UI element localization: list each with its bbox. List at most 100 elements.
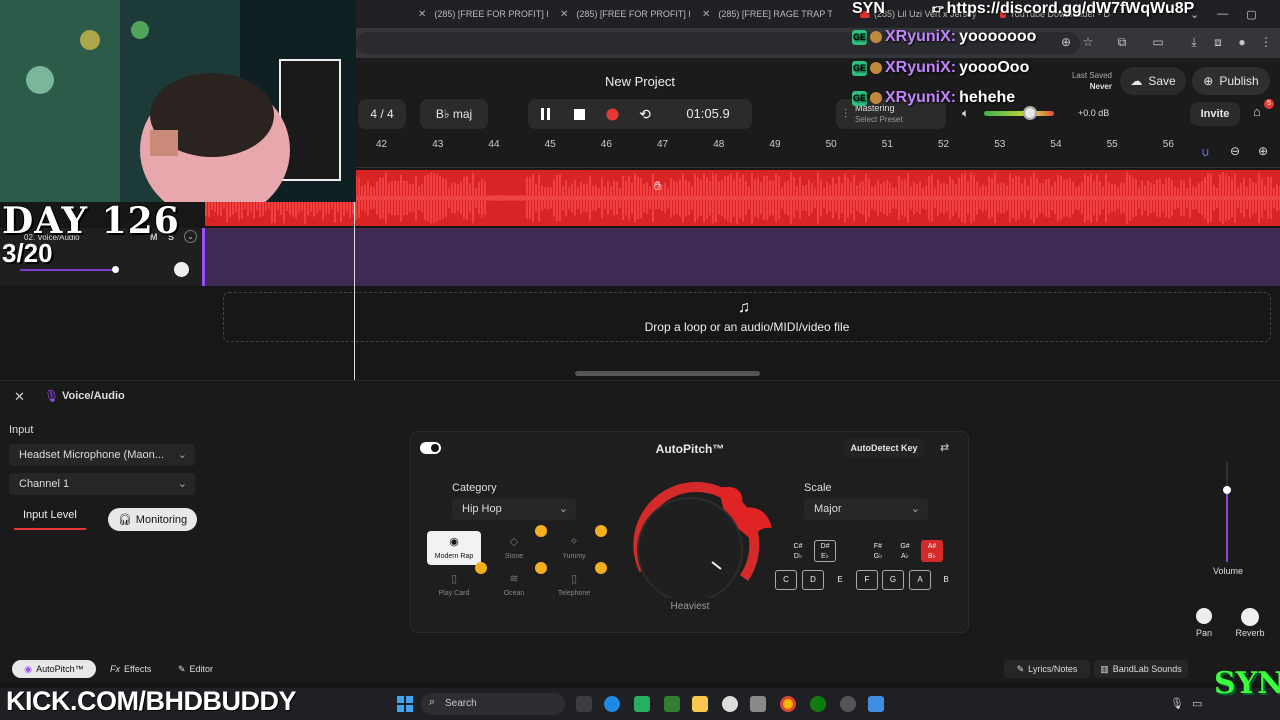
style-play-card[interactable]: ▯ Play Card: [427, 562, 487, 602]
style-ocean[interactable]: ≋ Ocean: [487, 562, 547, 602]
autopitch-toggle[interactable]: [420, 442, 441, 454]
volume-label: Volume: [1212, 566, 1244, 576]
globe-icon: ⊕: [1203, 74, 1214, 88]
chevron-down-icon[interactable]: ⌄: [184, 230, 197, 243]
bookmark-star-icon[interactable]: ☆: [1080, 34, 1096, 50]
style-modern-rap[interactable]: ◉ Modern Rap: [427, 531, 481, 565]
windows-start-icon[interactable]: [397, 696, 413, 712]
chrome-icon[interactable]: [780, 696, 796, 712]
stone-icon: ◇: [509, 536, 519, 548]
key-a[interactable]: A: [909, 570, 931, 590]
channel-select[interactable]: Channel 1 ⌄: [9, 473, 195, 495]
knob-label: Heaviest: [670, 601, 710, 612]
monitoring-tab[interactable]: 🎧︎ Monitoring: [108, 508, 197, 531]
master-volume-meter[interactable]: [984, 111, 1054, 116]
chat-badge-icon: GE: [852, 60, 867, 76]
ocean-icon: ≋: [509, 573, 519, 585]
key-f[interactable]: F: [856, 570, 878, 590]
bandlab-sounds-tab[interactable]: ▥ BandLab Sounds: [1094, 660, 1188, 678]
input-level-tab[interactable]: Input Level: [23, 509, 77, 521]
ruler-tick-label: 50: [825, 139, 837, 150]
app-blue-icon[interactable]: [868, 696, 884, 712]
download-icon[interactable]: ⤓: [1186, 34, 1202, 50]
reverb-knob[interactable]: [1241, 608, 1259, 626]
key-g-sharp[interactable]: G# A♭: [894, 540, 916, 562]
extensions-icon[interactable]: ⧉: [1114, 34, 1130, 50]
maximize-icon[interactable]: ▢: [1246, 8, 1256, 21]
minimize-icon[interactable]: —: [1217, 8, 1228, 20]
task-view-icon[interactable]: [576, 696, 592, 712]
browser-tab[interactable]: ✕ (285) [FREE FOR PROFIT] I: [418, 4, 548, 24]
horizontal-scrollbar[interactable]: [575, 371, 760, 376]
close-icon[interactable]: ✕: [560, 9, 568, 20]
browser-tab[interactable]: ✕ (285) [FREE FOR PROFIT] I: [560, 4, 690, 24]
zoom-icon[interactable]: ⊕: [1058, 34, 1074, 50]
stop-button[interactable]: [570, 105, 588, 123]
style-stone[interactable]: ◇ Stone: [487, 525, 547, 565]
pause-button[interactable]: [537, 105, 555, 123]
key-f-sharp[interactable]: F# G♭: [867, 540, 889, 562]
autopitch-knob[interactable]: [626, 478, 780, 598]
publish-button[interactable]: ⊕ Publish: [1192, 67, 1270, 95]
audio-region-voice[interactable]: [205, 228, 1280, 286]
lyrics-notes-tab[interactable]: ✎ Lyrics/Notes: [1004, 660, 1090, 678]
menu-dots-icon[interactable]: ⋮: [1258, 34, 1274, 50]
audio-region-beat[interactable]: [205, 170, 1280, 226]
nvidia-icon[interactable]: [634, 696, 650, 712]
autopitch-tab[interactable]: ◉ AutoPitch™: [12, 660, 96, 678]
excel-icon[interactable]: [664, 696, 680, 712]
invite-button[interactable]: Invite: [1190, 102, 1240, 126]
stop-icon: [573, 108, 585, 120]
master-volume-thumb[interactable]: [1023, 106, 1037, 120]
chat-badge-icon: [870, 92, 882, 104]
track-volume-thumb[interactable]: [112, 266, 119, 273]
project-title[interactable]: New Project: [560, 74, 720, 89]
track-volume-slider[interactable]: [20, 269, 115, 271]
taskbar-search-input[interactable]: ⌕ Search: [421, 693, 565, 715]
key-c[interactable]: C: [775, 570, 797, 590]
edge-icon[interactable]: [604, 696, 620, 712]
key-d-sharp[interactable]: D# E♭: [814, 540, 836, 562]
effects-tab[interactable]: Fx Effects: [110, 660, 151, 678]
microphone-tray-icon[interactable]: 🎙︎: [1170, 697, 1184, 710]
settings-gear-icon[interactable]: [722, 696, 738, 712]
volume-thumb[interactable]: [1223, 486, 1231, 494]
network-icon[interactable]: ▭: [1192, 697, 1202, 710]
settings-sliders-icon[interactable]: ⇄: [940, 441, 949, 454]
app-icon[interactable]: [840, 696, 856, 712]
style-yummy[interactable]: ✧ Yummy: [547, 525, 607, 565]
close-icon[interactable]: ✕: [702, 9, 710, 20]
pan-knob[interactable]: [174, 262, 189, 277]
profile-icon[interactable]: ●: [1234, 34, 1250, 50]
store-icon[interactable]: [750, 696, 766, 712]
save-button[interactable]: ☁ Save: [1120, 67, 1186, 95]
loop-button[interactable]: ⟲: [636, 105, 654, 123]
zoom-in-icon[interactable]: ⊕: [1258, 144, 1268, 158]
input-device-select[interactable]: Headset Microphone (Maon... ⌄: [9, 444, 195, 466]
sidebar-icon[interactable]: ▭: [1150, 34, 1166, 50]
pan-knob[interactable]: [1196, 608, 1212, 624]
xbox-icon[interactable]: [810, 696, 826, 712]
zoom-out-icon[interactable]: ⊖: [1230, 144, 1240, 158]
key-selector[interactable]: B♭ maj: [420, 99, 488, 129]
close-icon[interactable]: ✕: [418, 9, 426, 20]
key-a-sharp[interactable]: A# B♭: [921, 540, 943, 562]
key-c-sharp[interactable]: C# D♭: [787, 540, 809, 562]
file-explorer-icon[interactable]: [692, 696, 708, 712]
editor-tab[interactable]: ✎ Editor: [178, 660, 213, 678]
scale-select[interactable]: Major ⌄: [804, 498, 928, 520]
key-g[interactable]: G: [882, 570, 904, 590]
browser-tab[interactable]: ✕ (285) [FREE] RAGE TRAP T: [702, 4, 832, 24]
cast-icon[interactable]: ⧈: [1210, 34, 1226, 50]
magnet-icon[interactable]: ∪: [1201, 145, 1210, 159]
close-panel-icon[interactable]: ✕: [14, 389, 25, 405]
key-e[interactable]: E: [829, 570, 851, 590]
category-select[interactable]: Hip Hop ⌄: [452, 498, 576, 520]
style-telephone[interactable]: ▯ Telephone: [547, 562, 607, 602]
speaker-icon[interactable]: 🔈︎: [962, 106, 969, 121]
record-button[interactable]: [603, 105, 621, 123]
time-signature[interactable]: 4 / 4: [358, 99, 406, 129]
autodetect-key-button[interactable]: AutoDetect Key: [843, 438, 925, 458]
key-b[interactable]: B: [935, 570, 957, 590]
key-d[interactable]: D: [802, 570, 824, 590]
